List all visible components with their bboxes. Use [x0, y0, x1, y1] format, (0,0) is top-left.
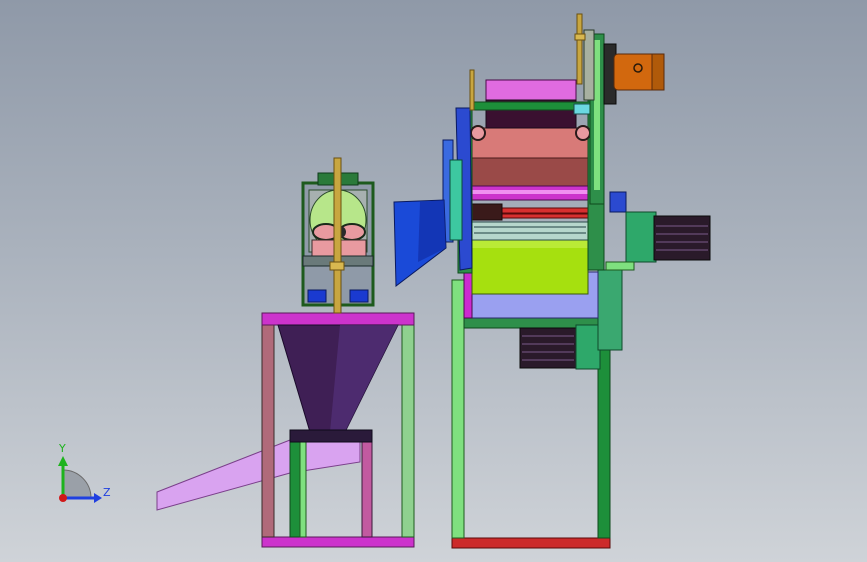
coordinate-triad[interactable] [58, 456, 102, 503]
right-machine[interactable] [393, 13, 711, 549]
cyan-block[interactable] [573, 103, 591, 115]
left-leg-rear[interactable] [401, 324, 415, 538]
tray-side[interactable] [463, 267, 473, 319]
orange-motor-end[interactable] [651, 53, 665, 91]
bearing-right[interactable] [575, 125, 591, 141]
triad-quarter-disc [62, 469, 92, 499]
salmon-drum-lower[interactable] [469, 157, 591, 189]
cad-viewport[interactable]: Y Z [0, 0, 867, 562]
left-leg-front[interactable] [261, 324, 275, 538]
left-machine[interactable] [156, 157, 415, 548]
belt-column-inner [594, 40, 600, 190]
left-top-plate[interactable] [261, 312, 415, 326]
main-shaft[interactable] [333, 157, 342, 314]
drum-band-light [470, 190, 590, 194]
lower-motor[interactable] [519, 327, 577, 369]
lower-gearbox[interactable] [575, 324, 601, 370]
right-gearbox[interactable] [625, 211, 657, 263]
motor-bracket[interactable] [605, 261, 635, 271]
blue-support-left[interactable] [307, 289, 327, 303]
feed-funnel-shade [418, 200, 446, 262]
upper-shaft[interactable] [576, 13, 583, 85]
drum-frame-top[interactable] [469, 101, 591, 111]
upper-shaft-tip[interactable] [574, 33, 586, 41]
perforated-screen[interactable] [471, 221, 589, 241]
top-roller[interactable] [485, 79, 577, 103]
right-leg-front[interactable] [451, 279, 465, 539]
left-inner-leg-3[interactable] [299, 431, 307, 538]
left-inner-leg-1[interactable] [289, 431, 301, 538]
hopper-cone-shade [330, 325, 398, 432]
dark-bracket[interactable] [469, 203, 503, 221]
side-post[interactable] [597, 269, 623, 351]
shaft-collar[interactable] [329, 261, 345, 271]
blue-knob[interactable] [609, 191, 627, 213]
hopper-neck[interactable] [289, 429, 373, 443]
right-motor[interactable] [653, 215, 711, 261]
cad-scene[interactable] [0, 0, 867, 562]
bearing-left[interactable] [470, 125, 486, 141]
y-axis-arrow [58, 456, 68, 466]
left-base-plate[interactable] [261, 536, 415, 548]
y-axis-label: Y [59, 442, 66, 455]
blue-support-right[interactable] [349, 289, 369, 303]
right-base-plate[interactable] [451, 537, 611, 549]
left-inner-leg-2[interactable] [361, 431, 373, 538]
z-axis-arrow [94, 493, 102, 503]
left-guide-rod[interactable] [469, 69, 475, 111]
discharge-chute[interactable] [156, 439, 361, 511]
belt-guard[interactable] [449, 159, 463, 241]
z-axis-label: Z [103, 486, 111, 499]
x-axis-dot [59, 494, 67, 502]
